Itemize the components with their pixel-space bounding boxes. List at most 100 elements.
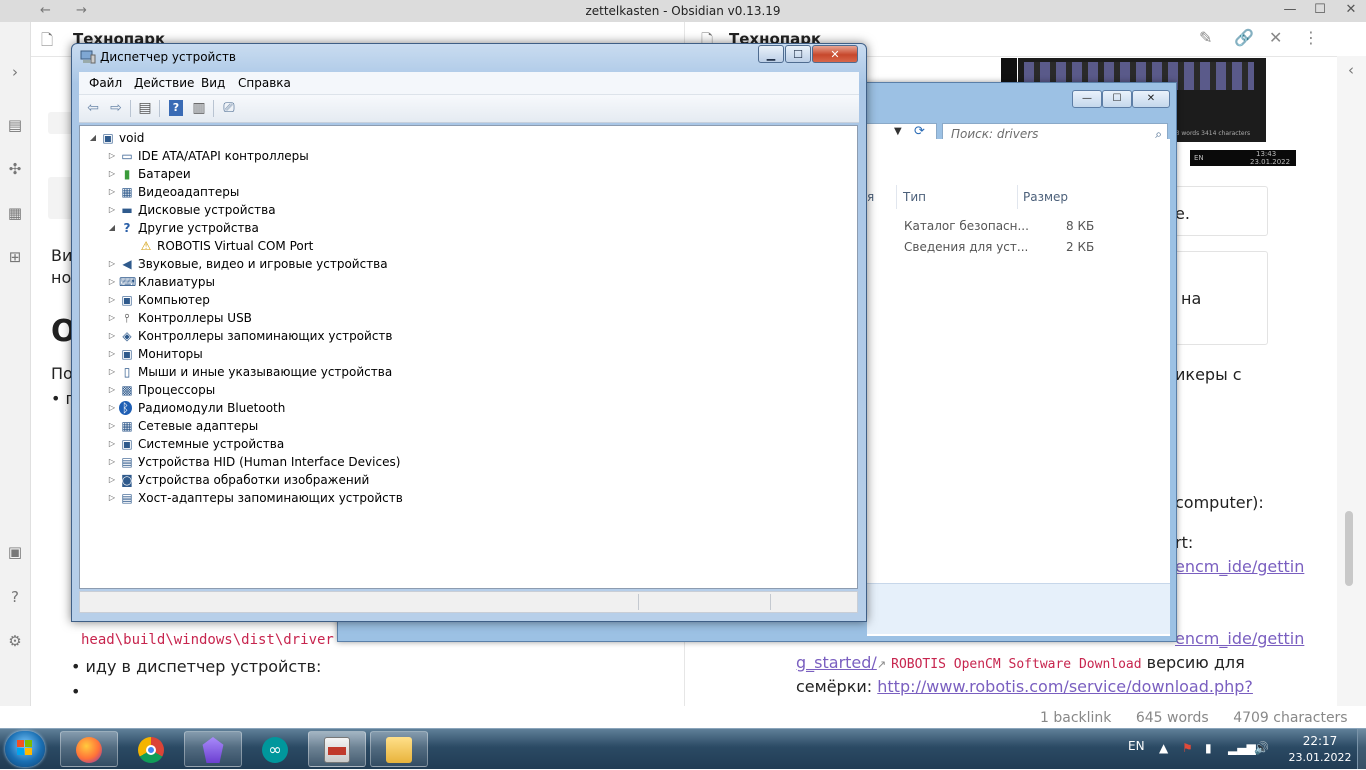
clock-date[interactable]: 23.01.2022 [1285, 751, 1355, 764]
file-row-1-size[interactable]: 8 КБ [1066, 219, 1094, 233]
tree-category-9[interactable]: ▷ ◈ Контроллеры запоминающих устройств [80, 327, 850, 345]
tree-category-17[interactable]: ▷ ◙ Устройства обработки изображений [80, 471, 850, 489]
vault-icon[interactable]: ▣ [5, 542, 25, 562]
show-hide-console-tree-icon[interactable]: ▤ [135, 99, 155, 118]
tree-category-1[interactable]: ▷ ▮ Батареи [80, 165, 850, 183]
taskbar-device-manager[interactable] [308, 731, 366, 767]
backlinks-count[interactable]: 1 backlink [1040, 710, 1111, 726]
column-name-header[interactable]: я [867, 190, 874, 204]
explorer-maximize-button[interactable]: ☐ [1102, 90, 1132, 108]
collapse-arrow-icon[interactable]: ▷ [107, 147, 117, 165]
edit-pencil-icon[interactable]: ✎ [1199, 28, 1212, 47]
tree-category-8[interactable]: ▷ ⫯ Контроллеры USB [80, 309, 850, 327]
collapse-arrow-icon[interactable]: ▷ [107, 471, 117, 489]
tree-category-5[interactable]: ▷ ◀ Звуковые, видео и игровые устройства [80, 255, 850, 273]
collapse-arrow-icon[interactable]: ▷ [107, 291, 117, 309]
tree-device-4-0[interactable]: ⚠ ROBOTIS Virtual COM Port [80, 237, 850, 255]
collapse-arrow-icon[interactable]: ▷ [107, 309, 117, 327]
tree-category-16[interactable]: ▷ ▤ Устройства HID (Human Interface Device… [80, 453, 850, 471]
collapse-arrow-icon[interactable]: ◢ [107, 219, 117, 237]
tree-category-0[interactable]: ▷ ▭ IDE ATA/ATAPI контроллеры [80, 147, 850, 165]
settings-gear-icon[interactable]: ⚙ [5, 631, 25, 651]
close-button[interactable]: ✕ [1336, 2, 1366, 17]
tree-category-6[interactable]: ▷ ⌨ Клавиатуры [80, 273, 850, 291]
scan-hardware-icon[interactable]: ⎚ [219, 99, 239, 118]
explorer-close-button[interactable]: ✕ [1132, 90, 1170, 108]
tree-category-12[interactable]: ▷ ▩ Процессоры [80, 381, 850, 399]
right-link-3[interactable]: g_started/ [796, 653, 877, 672]
taskbar-explorer[interactable] [370, 731, 428, 767]
right-scrollbar[interactable]: ‹ [1337, 56, 1366, 706]
properties-icon[interactable]: ▥ [189, 99, 209, 118]
templates-icon[interactable]: ▦ [5, 203, 25, 223]
language-indicator[interactable]: EN [1128, 739, 1145, 753]
collapse-arrow-icon[interactable]: ▷ [107, 255, 117, 273]
column-type-header[interactable]: Тип [903, 190, 926, 204]
tree-category-3[interactable]: ▷ ▬ Дисковые устройства [80, 201, 850, 219]
right-link-4[interactable]: http://www.robotis.com/service/download.… [877, 677, 1253, 696]
collapse-arrow-icon[interactable]: ◢ [88, 129, 98, 147]
show-desktop-button[interactable] [1357, 729, 1366, 769]
collapse-arrow-icon[interactable]: ▷ [107, 183, 117, 201]
collapse-arrow-icon[interactable]: ▷ [107, 453, 117, 471]
maximize-button[interactable]: ☐ [1305, 2, 1335, 17]
menu-file[interactable]: Файл [89, 76, 122, 90]
column-size-header[interactable]: Размер [1023, 190, 1068, 204]
file-row-1-type[interactable]: Каталог безопасн... [904, 219, 1029, 233]
action-center-flag-icon[interactable]: ⚑ [1182, 741, 1193, 755]
collapse-arrow-icon[interactable]: ▷ [107, 363, 117, 381]
collapse-sidebar-icon[interactable]: ‹ [1341, 60, 1361, 80]
link-icon[interactable]: 🔗 [1234, 28, 1254, 47]
right-link-2[interactable]: encm_ide/gettin [1175, 629, 1304, 648]
taskbar-obsidian[interactable] [184, 731, 242, 767]
address-dropdown-icon[interactable]: ▼ [894, 126, 902, 137]
tree-category-15[interactable]: ▷ ▣ Системные устройства [80, 435, 850, 453]
help-icon[interactable]: ? [5, 587, 25, 607]
collapse-arrow-icon[interactable]: ▷ [107, 273, 117, 291]
taskbar-arduino[interactable]: ∞ [246, 731, 304, 767]
start-button[interactable] [5, 731, 45, 767]
dm-maximize-button[interactable]: ☐ [785, 45, 811, 63]
clock-time[interactable]: 22:17 [1290, 734, 1350, 748]
right-link-1[interactable]: encm_ide/gettin [1175, 557, 1304, 576]
tree-category-10[interactable]: ▷ ▣ Мониторы [80, 345, 850, 363]
back-arrow-icon[interactable]: ⇦ [83, 99, 103, 118]
menu-help[interactable]: Справка [238, 76, 291, 90]
collapse-arrow-icon[interactable]: ▷ [107, 399, 117, 417]
more-options-icon[interactable]: ⋮ [1303, 28, 1319, 47]
battery-icon[interactable]: ▮ [1205, 741, 1212, 755]
collapse-arrow-icon[interactable]: ▷ [107, 165, 117, 183]
tree-category-18[interactable]: ▷ ▤ Хост-адаптеры запоминающих устройств [80, 489, 850, 507]
show-hidden-icons-icon[interactable]: ▲ [1159, 741, 1168, 755]
tree-category-7[interactable]: ▷ ▣ Компьютер [80, 291, 850, 309]
collapse-arrow-icon[interactable]: ▷ [107, 381, 117, 399]
tree-category-4[interactable]: ◢? Другие устройства [80, 219, 850, 237]
collapse-arrow-icon[interactable]: ▷ [107, 345, 117, 363]
plugins-icon[interactable]: ⊞ [5, 247, 25, 267]
dm-minimize-button[interactable]: ▁ [758, 45, 784, 63]
close-pane-icon[interactable]: ✕ [1269, 28, 1282, 47]
tree-category-13[interactable]: ▷ ᛒ Радиомодули Bluetooth [80, 399, 850, 417]
tree-category-11[interactable]: ▷ ▯ Мыши и иные указывающие устройства [80, 363, 850, 381]
scrollbar-thumb[interactable] [1345, 511, 1353, 586]
refresh-icon[interactable]: ⟳ [914, 124, 925, 139]
menu-view[interactable]: Вид [201, 76, 225, 90]
collapse-arrow-icon[interactable]: ▷ [107, 327, 117, 345]
tree-category-2[interactable]: ▷ ▦ Видеоадаптеры [80, 183, 850, 201]
menu-action[interactable]: Действие [134, 76, 194, 90]
file-row-2-type[interactable]: Сведения для уст... [904, 240, 1028, 254]
collapse-arrow-icon[interactable]: ▷ [107, 417, 117, 435]
tree-category-14[interactable]: ▷ ▦ Сетевые адаптеры [80, 417, 850, 435]
volume-icon[interactable]: 🔊 [1254, 741, 1269, 755]
minimize-button[interactable]: — [1275, 2, 1305, 17]
graph-view-icon[interactable]: ✣ [5, 159, 25, 179]
quick-switcher-icon[interactable]: ▤ [5, 115, 25, 135]
tree-root-computer[interactable]: ◢ ▣ void [80, 129, 850, 147]
collapse-arrow-icon[interactable]: ▷ [107, 489, 117, 507]
collapse-arrow-icon[interactable]: ▷ [107, 201, 117, 219]
taskbar-chrome[interactable] [122, 731, 180, 767]
expand-sidebar-icon[interactable]: › [5, 62, 25, 82]
help-icon[interactable]: ? [169, 100, 183, 116]
forward-arrow-icon[interactable]: ⇨ [106, 99, 126, 118]
explorer-minimize-button[interactable]: — [1072, 90, 1102, 108]
